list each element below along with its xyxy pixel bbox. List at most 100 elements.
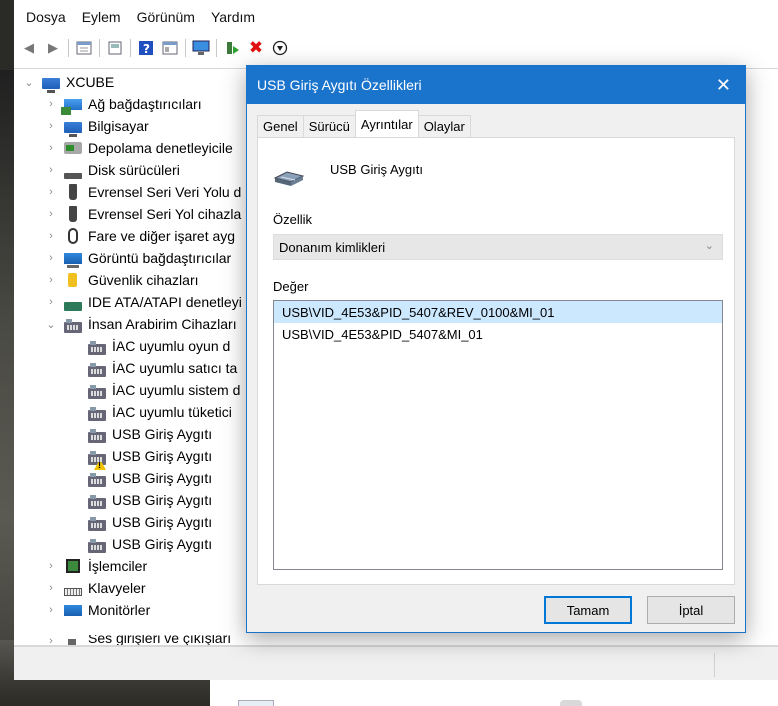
- desktop-area: [210, 680, 778, 706]
- processor-icon: [66, 559, 80, 573]
- tree-category-label: Bilgisayar: [88, 118, 149, 134]
- tree-category[interactable]: › Depolama denetleyicile: [44, 137, 233, 159]
- tree-device[interactable]: İAC uyumlu tüketici: [88, 401, 232, 423]
- tree-category[interactable]: › Evrensel Seri Veri Yolu d: [44, 181, 241, 203]
- hid-icon: [88, 428, 106, 443]
- menu-action[interactable]: Eylem: [82, 9, 121, 25]
- chevron-right-icon[interactable]: ›: [44, 164, 58, 176]
- chevron-right-icon[interactable]: ›: [44, 230, 58, 242]
- tree-device[interactable]: İAC uyumlu oyun d: [88, 335, 230, 357]
- update-driver-icon[interactable]: [271, 39, 289, 57]
- tree-device[interactable]: İAC uyumlu satıcı ta: [88, 357, 237, 379]
- tree-category-label: Ses girişleri ve çıkışları: [88, 635, 232, 646]
- chevron-down-icon[interactable]: ⌄: [22, 76, 36, 89]
- security-key-icon: [68, 273, 77, 287]
- help-icon[interactable]: ?: [137, 39, 155, 57]
- tree-device-label: USB Giriş Aygıtı: [112, 448, 213, 464]
- chevron-right-icon[interactable]: ›: [44, 582, 58, 594]
- chevron-down-icon[interactable]: ⌄: [44, 318, 58, 331]
- tab-general[interactable]: Genel: [257, 115, 304, 137]
- tree-category[interactable]: › İşlemciler: [44, 555, 147, 577]
- close-icon[interactable]: ✕: [716, 75, 731, 96]
- cancel-button[interactable]: İptal: [647, 596, 735, 624]
- tree-category-label: Klavyeler: [88, 580, 146, 596]
- desktop-icon[interactable]: [238, 700, 274, 706]
- device-name: USB Giriş Aygıtı: [330, 162, 423, 177]
- storage-controller-icon: [64, 142, 82, 154]
- computer-icon: [42, 77, 60, 93]
- hid-icon: [88, 362, 106, 377]
- chevron-right-icon[interactable]: ›: [44, 560, 58, 572]
- tree-category[interactable]: › Bilgisayar: [44, 115, 149, 137]
- enable-device-icon[interactable]: [223, 39, 241, 57]
- tree-device[interactable]: USB Giriş Aygıtı: [88, 533, 212, 555]
- ok-button[interactable]: Tamam: [544, 596, 632, 624]
- tab-details[interactable]: Ayrıntılar: [354, 110, 419, 137]
- chevron-right-icon[interactable]: ›: [44, 186, 58, 198]
- tree-device[interactable]: USB Giriş Aygıtı: [88, 445, 213, 470]
- value-list-item[interactable]: USB\VID_4E53&PID_5407&REV_0100&MI_01: [274, 301, 722, 323]
- tree-category[interactable]: › Ses girişleri ve çıkışları: [44, 635, 232, 646]
- menu-view[interactable]: Görünüm: [137, 9, 195, 25]
- usb-connector-icon: [69, 184, 77, 200]
- menu-help[interactable]: Yardım: [211, 9, 255, 25]
- hid-icon: [64, 318, 82, 333]
- toolbar-separator: [68, 39, 69, 57]
- tree-category[interactable]: › Ağ bağdaştırıcıları: [44, 93, 202, 115]
- tree-category[interactable]: › Klavyeler: [44, 577, 146, 599]
- tree-device[interactable]: USB Giriş Aygıtı: [88, 467, 212, 489]
- chevron-right-icon[interactable]: ›: [44, 142, 58, 154]
- value-list-item[interactable]: USB\VID_4E53&PID_5407&MI_01: [274, 323, 722, 345]
- tree-category[interactable]: › IDE ATA/ATAPI denetleyi: [44, 291, 242, 313]
- tree-category[interactable]: › Güvenlik cihazları: [44, 269, 199, 291]
- back-arrow-icon[interactable]: ◀: [20, 39, 38, 57]
- properties-grid-icon[interactable]: [75, 39, 93, 57]
- tree-device-label: USB Giriş Aygıtı: [112, 426, 213, 442]
- tree-category-label: Monitörler: [88, 602, 151, 618]
- chevron-right-icon[interactable]: ›: [44, 120, 58, 132]
- chevron-right-icon[interactable]: ›: [44, 274, 58, 286]
- details-panel: USB Giriş Aygıtı Özellik Donanım kimlikl…: [257, 137, 735, 585]
- chevron-right-icon[interactable]: ›: [44, 635, 58, 645]
- menu-file[interactable]: Dosya: [26, 9, 66, 25]
- tree-device-label: USB Giriş Aygıtı: [112, 470, 213, 486]
- tree-device[interactable]: İAC uyumlu sistem d: [88, 379, 240, 401]
- tree-category[interactable]: › Fare ve diğer işaret ayg: [44, 225, 235, 247]
- tree-device-label: İAC uyumlu oyun d: [112, 338, 231, 354]
- monitor-scan-icon[interactable]: [192, 39, 210, 57]
- property-dropdown[interactable]: Donanım kimlikleri ⌄: [273, 234, 723, 260]
- value-list[interactable]: USB\VID_4E53&PID_5407&REV_0100&MI_01 USB…: [273, 300, 723, 570]
- hid-icon: [88, 538, 106, 553]
- tab-events[interactable]: Olaylar: [417, 115, 471, 137]
- tree-category[interactable]: ⌄ İnsan Arabirim Cihazları: [44, 313, 237, 335]
- tree-category-label: IDE ATA/ATAPI denetleyi: [88, 294, 242, 310]
- dialog-title-bar[interactable]: USB Giriş Aygıtı Özellikleri ✕: [247, 66, 745, 104]
- audio-io-icon: [68, 639, 76, 645]
- view-grid-icon[interactable]: [161, 39, 179, 57]
- forward-arrow-icon[interactable]: ▶: [44, 39, 62, 57]
- chevron-right-icon[interactable]: ›: [44, 208, 58, 220]
- tab-driver[interactable]: Sürücü: [302, 115, 356, 137]
- tree-category[interactable]: › Evrensel Seri Yol cihazla: [44, 203, 241, 225]
- chevron-right-icon[interactable]: ›: [44, 296, 58, 308]
- status-bar: [14, 646, 778, 680]
- tree-device-label: İAC uyumlu tüketici: [112, 404, 232, 420]
- tree-device[interactable]: USB Giriş Aygıtı: [88, 423, 212, 445]
- tree-category[interactable]: › Görüntü bağdaştırıcılar: [44, 247, 231, 269]
- tree-category[interactable]: › Monitörler: [44, 599, 150, 621]
- desktop-icon[interactable]: [560, 700, 582, 706]
- toolbar-separator: [185, 39, 186, 57]
- tree-device[interactable]: USB Giriş Aygıtı: [88, 489, 212, 511]
- remove-device-icon[interactable]: ✖: [247, 38, 265, 57]
- tree-category-label: Güvenlik cihazları: [88, 272, 199, 288]
- properties-page-icon[interactable]: [106, 39, 124, 57]
- tree-device[interactable]: USB Giriş Aygıtı: [88, 511, 212, 533]
- tab-bar: Genel Sürücü Ayrıntılar Olaylar: [257, 110, 471, 137]
- chevron-right-icon[interactable]: ›: [44, 604, 58, 616]
- tree-category-label: Fare ve diğer işaret ayg: [88, 228, 236, 244]
- tree-category[interactable]: › Disk sürücüleri: [44, 159, 180, 181]
- tree-root[interactable]: ⌄ XCUBE: [22, 71, 114, 93]
- chevron-right-icon[interactable]: ›: [44, 98, 58, 110]
- hid-icon: [88, 340, 106, 355]
- chevron-right-icon[interactable]: ›: [44, 252, 58, 264]
